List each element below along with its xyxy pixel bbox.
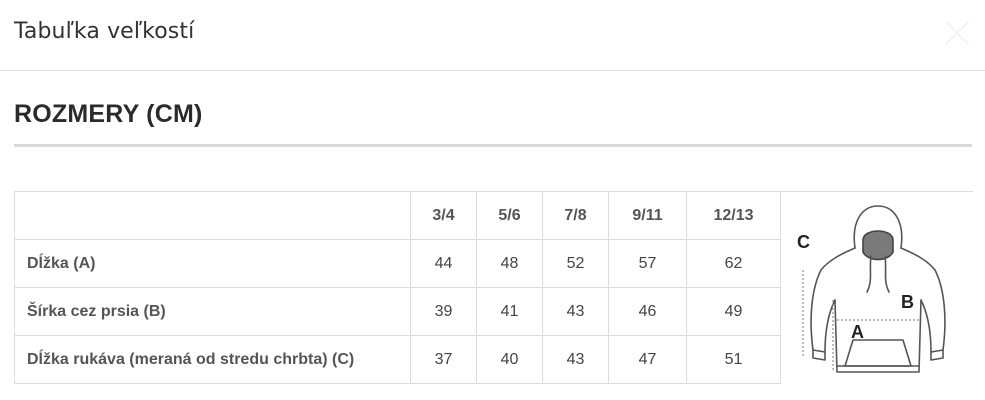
column-header: 12/13 xyxy=(686,191,781,240)
diagram-label-b: B xyxy=(901,292,914,312)
row-label: Dĺžka rukáva (meraná od stredu chrbta) (… xyxy=(14,335,411,384)
table-cell: 41 xyxy=(476,287,543,336)
close-button[interactable] xyxy=(938,14,976,52)
table-cell: 48 xyxy=(476,239,543,288)
table-cell: 39 xyxy=(410,287,477,336)
table-cell: 37 xyxy=(410,335,477,384)
size-table: 3/4 5/6 7/8 9/11 12/13 C A B Dĺžka (A) 4… xyxy=(14,191,973,384)
diagram-label-a: A xyxy=(851,322,864,342)
diagram-label-c: C xyxy=(797,232,810,252)
section-heading: ROZMERY (CM) xyxy=(14,100,203,128)
table-cell: 51 xyxy=(686,335,781,384)
section-divider xyxy=(14,144,972,147)
diagram-cell: C A B xyxy=(780,191,973,384)
table-header-row: 3/4 5/6 7/8 9/11 12/13 C A B xyxy=(14,191,973,384)
table-cell: 57 xyxy=(608,239,687,288)
modal-title: Tabuľka veľkostí xyxy=(14,19,195,44)
table-cell: 43 xyxy=(542,335,609,384)
column-header: 7/8 xyxy=(542,191,609,240)
table-cell: 52 xyxy=(542,239,609,288)
column-header: 5/6 xyxy=(476,191,543,240)
table-cell: 44 xyxy=(410,239,477,288)
row-label: Šírka cez prsia (B) xyxy=(14,287,411,336)
hoodie-measurement-icon: C A B xyxy=(797,205,946,373)
row-label: Dĺžka (A) xyxy=(14,239,411,288)
table-cell: 43 xyxy=(542,287,609,336)
column-header: 3/4 xyxy=(410,191,477,240)
modal-header: Tabuľka veľkostí xyxy=(0,0,985,71)
table-cell: 49 xyxy=(686,287,781,336)
table-cell: 62 xyxy=(686,239,781,288)
table-cell: 40 xyxy=(476,335,543,384)
table-cell: 46 xyxy=(608,287,687,336)
table-header-empty xyxy=(14,191,411,240)
column-header: 9/11 xyxy=(608,191,687,240)
close-icon xyxy=(945,21,969,45)
table-cell: 47 xyxy=(608,335,687,384)
